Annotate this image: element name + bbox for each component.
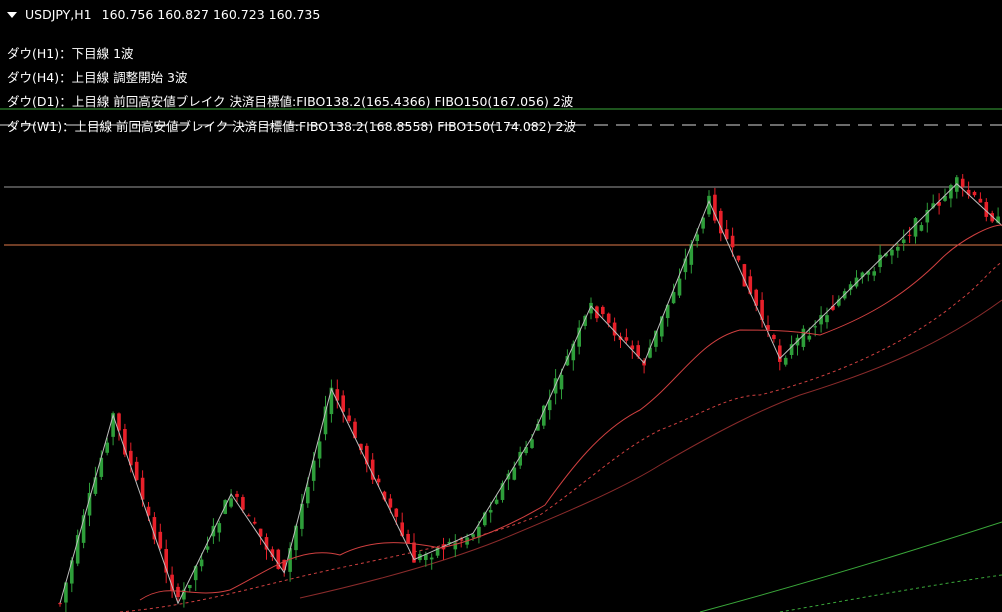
candle-body[interactable] [205,546,210,550]
candle-body[interactable] [376,478,381,483]
candle-body[interactable] [896,246,900,251]
zigzag-line[interactable] [59,183,1002,605]
candle-body[interactable] [347,415,351,422]
candle-body[interactable] [919,225,924,231]
candle-body[interactable] [778,345,782,362]
candle-body[interactable] [890,249,894,256]
candle-body[interactable] [825,315,829,323]
candle-body[interactable] [70,560,74,584]
zigzag-group [59,183,1002,605]
candle-body[interactable] [601,306,605,315]
candle-body[interactable] [429,557,434,560]
candle-body[interactable] [105,442,109,453]
candle-body[interactable] [512,467,517,480]
candle-body[interactable] [772,335,776,340]
candle-body[interactable] [158,531,163,549]
candle-body[interactable] [306,487,310,504]
candle-body[interactable] [193,566,198,581]
green-ma-line [699,521,1002,612]
candle-body[interactable] [559,374,564,390]
collapse-triangle-icon[interactable] [7,12,17,18]
candle-body[interactable] [247,515,251,517]
fast-ma-line [139,224,1002,601]
candle-body[interactable] [406,533,410,544]
candles-group [58,174,1000,612]
indicator-dow-d1: ダウ(D1)：上目線 前回高安値ブレイク 決済目標値:FIBO138.2(165… [7,94,574,109]
candle-body[interactable] [907,234,912,236]
candle-body[interactable] [217,523,222,533]
candle-body[interactable] [978,198,983,203]
candle-body[interactable] [872,271,876,276]
candle-body[interactable] [530,439,534,448]
candle-body[interactable] [229,498,233,507]
candle-body[interactable] [736,255,741,261]
candle-body[interactable] [188,584,192,589]
candle-body[interactable] [388,498,393,508]
candle-body[interactable] [677,278,682,296]
candle-body[interactable] [294,525,298,551]
candle-body[interactable] [252,521,257,524]
indicator-dow-h4: ダウ(H4)：上目線 調整開始 3波 [7,70,188,85]
candle-body[interactable] [58,603,62,605]
ohlc-values: 160.756 160.827 160.723 160.735 [101,7,321,22]
candle-body[interactable] [341,395,345,412]
chart-header: USDJPY,H1 160.756 160.827 160.723 160.73… [7,7,320,22]
candle-body[interactable] [972,191,977,196]
candle-body[interactable] [400,522,404,536]
candle-body[interactable] [494,499,499,504]
candle-body[interactable] [949,185,953,199]
candle-body[interactable] [695,234,699,241]
symbol-label: USDJPY,H1 [25,7,92,22]
candle-body[interactable] [606,313,611,323]
candle-body[interactable] [235,493,239,497]
candle-body[interactable] [960,178,965,187]
candle-body[interactable] [612,322,617,336]
dashed-ma-line [119,261,1002,612]
candle-body[interactable] [199,559,204,567]
candle-body[interactable] [901,239,906,243]
candle-body[interactable] [730,235,735,248]
candle-body[interactable] [241,497,245,510]
candle-body[interactable] [807,335,812,340]
candle-body[interactable] [624,337,629,341]
candle-body[interactable] [783,357,788,365]
candle-body[interactable] [394,508,399,517]
candle-body[interactable] [317,441,322,459]
indicator-dow-w1: ダウ(W1)：上目線 前回高安値ブレイク 決済目標値:FIBO138.2(168… [7,119,577,134]
candle-body[interactable] [477,526,481,538]
candle-body[interactable] [913,218,918,237]
candle-body[interactable] [801,328,806,347]
candle-body[interactable] [813,326,817,328]
candle-body[interactable] [471,534,475,537]
candle-body[interactable] [134,461,139,481]
indicator-dow-h1: ダウ(H1)：下目線 1波 [7,46,134,61]
candle-body[interactable] [176,586,180,598]
candle-body[interactable] [488,510,493,513]
